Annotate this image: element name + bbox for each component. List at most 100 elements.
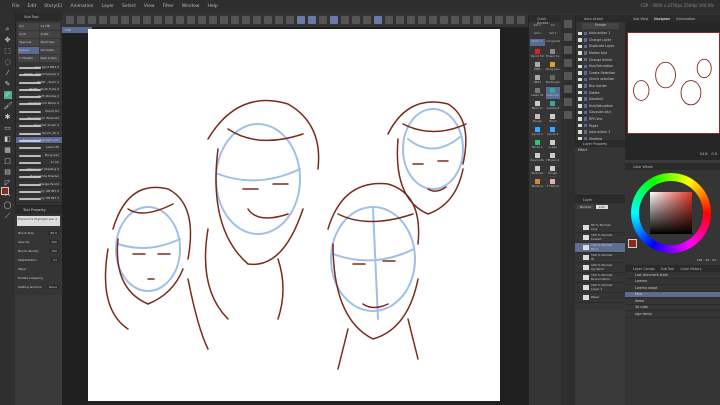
dialog-toggle[interactable]: [583, 84, 587, 88]
auto-action-item[interactable]: Hue/Saturation: [576, 103, 625, 110]
quick-access-item[interactable]: Gyrob 1: [530, 126, 545, 138]
property-value[interactable]: 100: [49, 248, 59, 253]
sub-tool-group[interactable]: Smoketa: [39, 47, 60, 54]
auto-action-item[interactable]: Auto action 1: [576, 30, 625, 37]
layer-item[interactable]: 100 % Normal Face: [575, 243, 625, 253]
layer-item[interactable]: 80 % Normal Line: [575, 223, 625, 233]
auto-action-item[interactable]: Deselect: [576, 96, 625, 103]
quick-access-item[interactable]: Gradient: [546, 100, 561, 112]
command-button[interactable]: [198, 16, 206, 24]
sub-tool-group[interactable]: Artist: [39, 31, 60, 38]
quick-access-item[interactable]: Bong pen: [546, 61, 561, 73]
command-button[interactable]: [374, 16, 382, 24]
quick-access-set[interactable]: Set 2: [546, 31, 561, 38]
enable-checkbox[interactable]: [578, 84, 582, 88]
property-value[interactable]: 80.0: [48, 230, 59, 235]
tab-information[interactable]: Information: [676, 17, 695, 21]
command-button[interactable]: [297, 16, 305, 24]
brush-item[interactable]: CRAYP Pencil Black 2: [16, 100, 62, 108]
auto-action-item[interactable]: Create Selection: [576, 70, 625, 77]
command-button[interactable]: [451, 16, 459, 24]
tab-navigator[interactable]: Navigator: [654, 17, 670, 21]
hue-ring[interactable]: [631, 173, 711, 253]
quick-access-set[interactable]: Basic 1: [530, 39, 545, 46]
menu-animation[interactable]: Animation: [71, 4, 94, 9]
brush-item[interactable]: Frenzum's Highlight pen: [16, 136, 62, 145]
quick-access-item[interactable]: Rough pen: [546, 165, 561, 177]
command-button[interactable]: [352, 16, 360, 24]
lasso-tool-icon[interactable]: ◌: [4, 58, 12, 66]
layer-item[interactable]: 100 % Normal Layer 1: [575, 283, 625, 293]
brush-item[interactable]: Cr Ch: [16, 159, 62, 167]
sub-tool-tab[interactable]: Sub Tool: [16, 13, 62, 21]
quick-access-item[interactable]: Rectangle: [546, 74, 561, 86]
dialog-toggle[interactable]: [583, 71, 587, 75]
enable-checkbox[interactable]: [578, 104, 582, 108]
command-button[interactable]: [319, 16, 327, 24]
command-button[interactable]: [231, 16, 239, 24]
command-button[interactable]: [286, 16, 294, 24]
brush-item[interactable]: Hedge Pencil: [16, 181, 62, 189]
command-button[interactable]: [220, 16, 228, 24]
menu-help[interactable]: Help: [207, 4, 217, 9]
move-tool-icon[interactable]: ✥: [4, 36, 12, 44]
opacity-slider[interactable]: 100: [595, 205, 608, 209]
sub-tool-group[interactable]: 1 Chealm: [18, 55, 39, 62]
auto-action-item[interactable]: RPG line: [576, 116, 625, 123]
quick-access-tab[interactable]: Quick Access: [529, 15, 561, 25]
dialog-toggle[interactable]: [583, 51, 587, 55]
tool-property-tab[interactable]: Tool Property: [15, 206, 62, 214]
command-button[interactable]: [341, 16, 349, 24]
sub-tool-group[interactable]: Cyr: [18, 23, 39, 30]
layer-item[interactable]: 100 % Normal Lineart: [575, 233, 625, 243]
quick-access-item[interactable]: HB pen 2: [546, 152, 561, 164]
brush-item[interactable]: Cy HB INT 3: [16, 195, 62, 203]
zoom-tool-icon[interactable]: ⌕: [4, 25, 12, 33]
panel-icon[interactable]: [564, 46, 572, 54]
snapping-checkbox[interactable]: Enable snapping: [18, 276, 43, 280]
dialog-toggle[interactable]: [583, 38, 587, 42]
green-value[interactable]: 44: [705, 258, 709, 262]
quick-access-item[interactable]: Gyrob 2: [546, 126, 561, 138]
select-tool-icon[interactable]: ⬚: [4, 47, 12, 55]
menu-filter[interactable]: Filter: [163, 4, 174, 9]
command-button[interactable]: [418, 16, 426, 24]
dialog-toggle[interactable]: [583, 97, 587, 101]
auto-action-item[interactable]: Delete: [576, 89, 625, 96]
pen-tool-icon[interactable]: ✎: [4, 80, 12, 88]
quick-access-item[interactable]: Selection: [545, 87, 560, 99]
brush-item[interactable]: Cy HB INT 2: [16, 188, 62, 196]
command-button[interactable]: [143, 16, 151, 24]
brush-item[interactable]: Lasso fill: [16, 144, 62, 152]
tab-sub-tool[interactable]: Sub Tool: [661, 267, 675, 271]
command-button[interactable]: [88, 16, 96, 24]
menu-story[interactable]: Story(E): [44, 4, 62, 9]
blend-mode-select[interactable]: Normal: [577, 205, 594, 209]
command-button[interactable]: [187, 16, 195, 24]
command-button[interactable]: [396, 16, 404, 24]
quick-access-item[interactable]: HBPI: [530, 61, 545, 73]
color-swatches[interactable]: [0, 185, 15, 210]
auto-action-item[interactable]: Duplicate Layer: [576, 43, 625, 50]
panel-icon[interactable]: [564, 85, 572, 93]
command-button[interactable]: [330, 16, 338, 24]
menu-file[interactable]: File: [12, 4, 20, 9]
command-button[interactable]: [440, 16, 448, 24]
setting-anchors-select[interactable]: None: [47, 284, 59, 289]
brush-item[interactable]: Pencil_dk 2: [16, 130, 62, 137]
auto-action-item[interactable]: Blur border: [576, 83, 625, 90]
sub-tool-group[interactable]: CyrX: [18, 31, 39, 38]
sub-tool-group[interactable]: Cy HB: [39, 23, 60, 30]
action-set-select[interactable]: Private: [582, 23, 619, 29]
dialog-toggle[interactable]: [583, 130, 587, 134]
color-wheel-tab[interactable]: Color Wheel: [625, 163, 720, 170]
auto-action-item[interactable]: Shrink selection: [576, 76, 625, 83]
enable-checkbox[interactable]: [578, 77, 582, 82]
command-button[interactable]: [121, 16, 129, 24]
enable-checkbox[interactable]: [578, 51, 582, 55]
brush-item[interactable]: PAINT - Frilled Square 2: [16, 71, 62, 79]
auto-action-item[interactable]: Hue/Saturation: [576, 63, 625, 70]
pencil-tool-icon[interactable]: ✐: [3, 91, 12, 99]
tab-sub-view[interactable]: Sub View: [633, 17, 648, 21]
eraser-tool-icon[interactable]: ▭: [4, 124, 12, 132]
